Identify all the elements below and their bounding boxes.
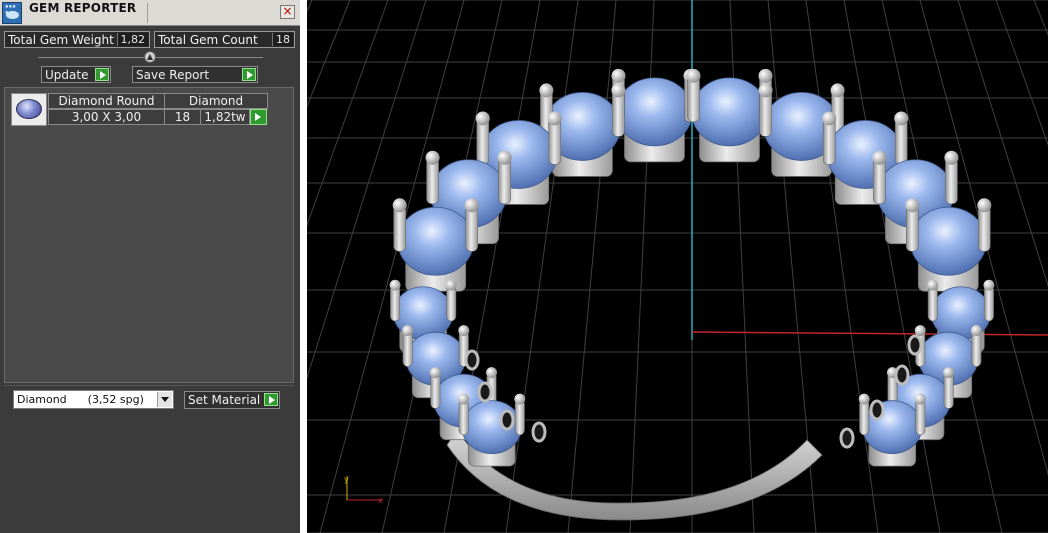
gem-count: 18 [164, 109, 201, 125]
prong-tip [458, 325, 470, 337]
material-select-value: Diamond (3,52 spg) [17, 393, 144, 406]
prong-tip [894, 111, 909, 126]
total-gem-count: Total Gem Count 18 [154, 31, 295, 48]
update-button[interactable]: Update [41, 66, 111, 83]
panel-divider [4, 385, 294, 386]
prong-tip [858, 393, 870, 405]
prong-tip [458, 393, 470, 405]
gallery-hole [839, 427, 855, 449]
diamond-gem [616, 77, 693, 147]
window-title: GEM REPORTER [29, 1, 137, 15]
play-arrow-icon [264, 393, 278, 406]
axis-gizmo-icon: x y [344, 475, 383, 505]
svg-text:x: x [378, 496, 383, 505]
diamond-gem [691, 77, 768, 147]
close-icon[interactable]: × [280, 5, 295, 19]
total-gem-count-value: 18 [272, 33, 293, 46]
play-arrow-icon [255, 113, 261, 121]
gem-reporter-app-icon: ▪▪▪▪▪▪ [2, 2, 22, 24]
gallery-hole [907, 334, 923, 356]
gallery-hole [894, 364, 910, 386]
gem-row-play-button[interactable] [250, 109, 267, 125]
total-gem-weight: Total Gem Weight 1,82 [4, 31, 150, 48]
prong-tip [830, 83, 845, 98]
prong-tip [914, 325, 926, 337]
prong-tip [758, 83, 773, 98]
save-report-button[interactable]: Save Report [132, 66, 258, 83]
gem-thumbnail-icon [11, 93, 47, 126]
prong-tip [464, 198, 479, 213]
gem-material: Diamond [164, 93, 268, 109]
gem-size: 3,00 X 3,00 [48, 109, 165, 125]
prong-tip [758, 68, 773, 83]
total-gem-count-label: Total Gem Count [158, 33, 258, 47]
prong-tip [486, 367, 497, 379]
prong-tip [822, 111, 837, 126]
collapse-arrow-icon[interactable]: ▲ [144, 51, 156, 63]
play-arrow-icon [242, 68, 256, 81]
prong-tip [475, 111, 490, 126]
set-material-button-label: Set Material [188, 393, 261, 407]
title-bar[interactable]: ▪▪▪▪▪▪ GEM REPORTER × [0, 0, 300, 26]
viewport-3d[interactable]: x y [307, 0, 1048, 533]
prong-tip [425, 150, 440, 165]
material-select[interactable]: Diamond (3,52 spg) [13, 390, 174, 409]
gem-shape: Diamond Round [48, 93, 165, 109]
diamond-gem [909, 206, 987, 276]
prong-tip [927, 279, 939, 291]
prong-tip [429, 367, 441, 379]
gallery-hole [464, 349, 480, 371]
save-report-button-label: Save Report [136, 68, 210, 82]
gallery-hole [531, 421, 547, 443]
gem-setting [458, 393, 526, 467]
prong-tip [943, 367, 955, 379]
dropdown-arrow-icon[interactable] [157, 392, 172, 407]
prong-tip [611, 68, 626, 83]
update-button-label: Update [45, 68, 89, 82]
prong-tip [983, 279, 995, 291]
prong-tip [970, 325, 982, 337]
gem-setting [858, 393, 926, 467]
total-gem-weight-value: 1,82 [116, 33, 148, 46]
prong-tip [392, 198, 407, 213]
prong-tip [872, 150, 887, 165]
prong-tip [977, 198, 992, 213]
total-gem-weight-label: Total Gem Weight [8, 33, 114, 47]
prong-tip [389, 279, 401, 291]
play-arrow-icon [95, 68, 109, 81]
set-material-button[interactable]: Set Material [184, 391, 280, 409]
gallery-hole [869, 399, 885, 421]
viewport-canvas[interactable]: x y [307, 0, 1048, 533]
gem-weight: 1,82tw [200, 109, 250, 125]
prong-tip [944, 150, 959, 165]
prong-tip [547, 111, 562, 126]
prong-tip [402, 325, 414, 337]
prong-tip [914, 393, 926, 405]
title-divider [147, 3, 148, 23]
prong-tip [686, 68, 701, 83]
gem-setting [905, 198, 992, 292]
prong-tip [539, 83, 554, 98]
gem-list: Diamond Round Diamond 3,00 X 3,00 18 1,8… [4, 87, 294, 383]
gem-reporter-panel: ▪▪▪▪▪▪ GEM REPORTER × Total Gem Weight 1… [0, 0, 300, 533]
prong-tip [497, 150, 512, 165]
diamond-gem [397, 206, 475, 276]
prong-tip [611, 83, 626, 98]
gem-setting [392, 198, 479, 292]
prong-tip [905, 198, 920, 213]
prong-tip [445, 279, 457, 291]
prong-tip [514, 393, 526, 405]
gallery-hole [499, 409, 515, 431]
gallery-hole [477, 381, 493, 403]
svg-text:y: y [344, 475, 349, 484]
